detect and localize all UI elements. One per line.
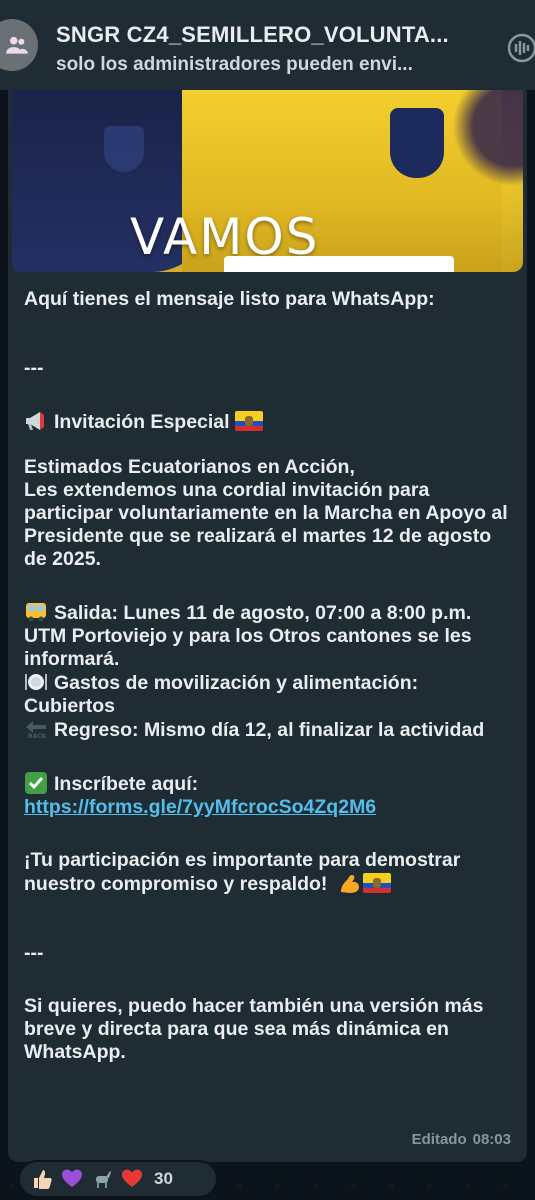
chat-title-area[interactable]: SNGR CZ4_SEMILLERO_VOLUNTA... solo los a… [56, 22, 476, 76]
invite-title: Invitación Especial [54, 411, 230, 433]
message-body: Les extendemos una cordial invitación pa… [24, 479, 508, 570]
voice-call-button[interactable] [501, 30, 535, 66]
check-mark-icon [25, 772, 47, 794]
form-link[interactable]: https://forms.gle/7yyMfcrocSo4Zq2M6 [24, 796, 376, 818]
back-arrow-icon: BACK [26, 721, 47, 740]
group-icon [6, 36, 28, 54]
footer-note: Si quieres, puedo hacer también una vers… [24, 995, 484, 1063]
invite-title-line: Invitación Especial [24, 410, 514, 434]
thumbs-up-icon [30, 1167, 54, 1191]
inscribete-label: Inscríbete aquí: [54, 773, 199, 795]
plate-cutlery-icon [25, 674, 47, 690]
bus-icon [26, 603, 46, 622]
image-banner-cut-text [224, 256, 454, 272]
waveform-icon [507, 33, 535, 63]
chat-subtitle: solo los administradores pueden envi... [56, 54, 413, 75]
image-crest-right [390, 108, 444, 178]
message-divider: --- [24, 357, 44, 379]
megaphone-icon [26, 412, 44, 430]
closing-line: ¡Tu participación es importante para dem… [24, 849, 514, 896]
inscribete-line: Inscríbete aquí: https://forms.gle/7yyMf… [24, 772, 514, 819]
message-divider: --- [24, 942, 44, 964]
ecuador-flag-icon [235, 411, 263, 431]
image-crest-left [104, 126, 144, 172]
message-greeting: Estimados Ecuatorianos en Acción, [24, 456, 355, 478]
svg-text:BACK: BACK [28, 733, 47, 740]
gastos-text: Gastos de movilización y alimentación: C… [24, 672, 419, 717]
chat-header[interactable]: SNGR CZ4_SEMILLERO_VOLUNTA... solo los a… [0, 0, 535, 90]
regreso-line: BACK Regreso: Mismo día 12, al finalizar… [24, 718, 514, 742]
chat-title: SNGR CZ4_SEMILLERO_VOLUNTA... [56, 22, 449, 47]
ecuador-flag-icon [362, 873, 391, 893]
message-meta: Editado 08:03 [406, 1131, 511, 1148]
purple-heart-icon [60, 1167, 84, 1191]
salida-line: Salida: Lunes 11 de agosto, 07:00 a 8:00… [24, 601, 514, 671]
group-avatar[interactable] [0, 19, 38, 71]
image-person-hair [450, 90, 523, 210]
message-text: Aquí tienes el mensaje listo para WhatsA… [24, 288, 514, 1064]
message-image[interactable]: VAMOS [12, 90, 523, 272]
reactions-bar[interactable]: 30 [18, 1160, 218, 1198]
message-time: 08:03 [472, 1131, 511, 1148]
message-intro: Aquí tienes el mensaje listo para WhatsA… [24, 288, 435, 310]
closing-text: ¡Tu participación es importante para dem… [24, 849, 461, 895]
salida-text: Salida: Lunes 11 de agosto, 07:00 a 8:00… [24, 602, 472, 670]
flexed-biceps-icon [340, 875, 359, 893]
regreso-text: Regreso: Mismo día 12, al finalizar la a… [54, 719, 485, 741]
red-heart-icon [120, 1167, 144, 1191]
message-bubble[interactable]: VAMOS Aquí tienes el mensaje listo para … [8, 90, 527, 1162]
donkey-icon [90, 1167, 114, 1191]
reaction-count: 30 [154, 1169, 173, 1188]
edited-label: Editado [411, 1131, 467, 1148]
gastos-line: Gastos de movilización y alimentación: C… [24, 671, 514, 718]
